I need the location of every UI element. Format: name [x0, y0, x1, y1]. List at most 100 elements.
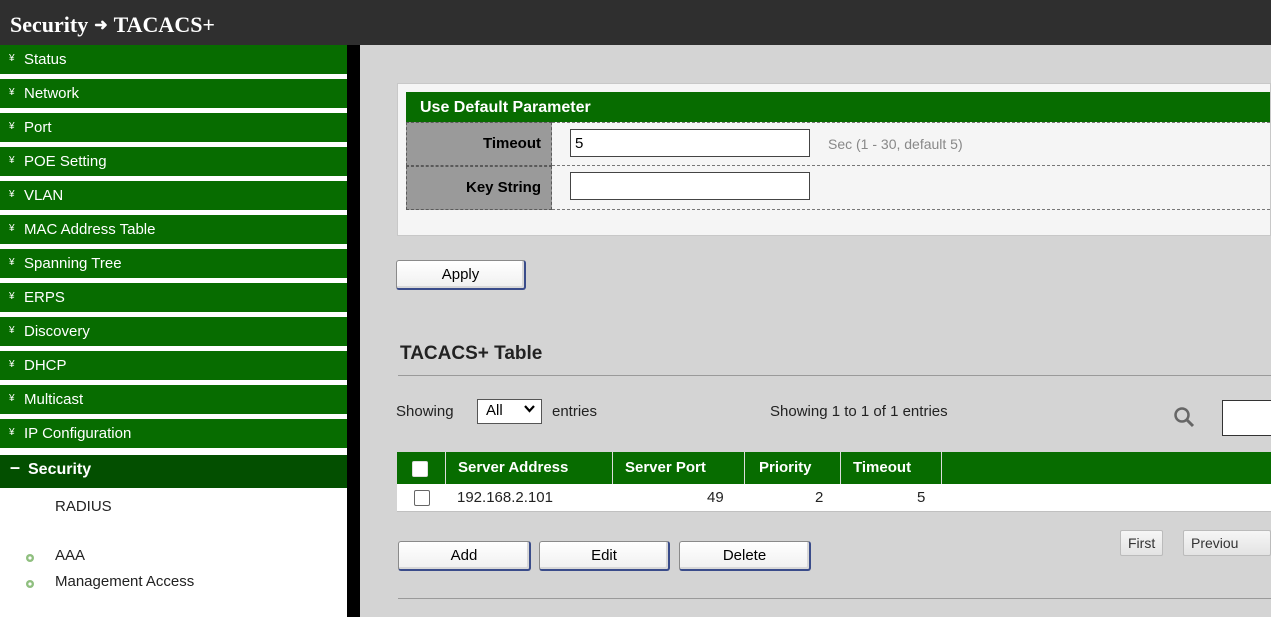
sidebar-item-erps[interactable]: ¥ ERPS: [0, 283, 347, 314]
sidebar-item-discovery[interactable]: ¥ Discovery: [0, 317, 347, 348]
timeout-row: Timeout Sec (1 - 30, default 5): [406, 122, 1270, 166]
sidebar-item-label: IP Configuration: [24, 425, 132, 442]
header-select-all-cell: [397, 452, 446, 484]
column-header-timeout[interactable]: Timeout: [841, 452, 942, 484]
sidebar-item-label: Port: [24, 119, 52, 136]
sidebar-subitem-management-access[interactable]: Management Access: [0, 569, 347, 597]
collapsed-chevron-icon: ¥: [9, 325, 15, 336]
panel-title-text: Use Default Parameter: [420, 99, 591, 116]
column-header-label: Server Port: [625, 459, 706, 476]
sidebar-item-network[interactable]: ¥ Network: [0, 79, 347, 110]
gear-icon: [26, 554, 34, 562]
delete-button[interactable]: Delete: [679, 541, 811, 571]
sidebar-subitem-tacacs[interactable]: TACACS+: [0, 522, 347, 544]
sidebar-item-mac-address-table[interactable]: ¥ MAC Address Table: [0, 215, 347, 246]
timeout-value-cell: Sec (1 - 30, default 5): [552, 122, 1270, 166]
sidebar-item-label: Spanning Tree: [24, 255, 122, 272]
panel-title: Use Default Parameter: [406, 92, 1270, 122]
server-port-cell: 49: [707, 489, 724, 506]
timeout-hint: Sec (1 - 30, default 5): [828, 136, 963, 152]
entries-select-value: All: [486, 402, 503, 419]
pagination-first-button[interactable]: First: [1120, 530, 1164, 556]
sidebar-subitem-label: Management Access: [55, 573, 195, 590]
server-address-cell: 192.168.2.101: [457, 489, 553, 506]
column-header-server-port[interactable]: Server Port: [613, 452, 745, 484]
collapsed-chevron-icon: ¥: [9, 359, 15, 370]
sidebar-item-label: Discovery: [24, 323, 90, 340]
default-parameter-panel: Use Default Parameter Timeout Sec (1 - 3…: [397, 83, 1271, 236]
sidebar-divider[interactable]: [347, 45, 360, 617]
search-input[interactable]: [1222, 400, 1271, 436]
edit-button[interactable]: Edit: [539, 541, 670, 571]
column-header-label: Priority: [759, 459, 812, 476]
select-all-checkbox[interactable]: [412, 461, 428, 477]
sidebar-item-port[interactable]: ¥ Port: [0, 113, 347, 144]
collapsed-chevron-icon: ¥: [9, 291, 15, 302]
collapsed-chevron-icon: ¥: [9, 189, 15, 200]
sidebar-item-dhcp[interactable]: ¥ DHCP: [0, 351, 347, 382]
column-header-server-address[interactable]: Server Address: [446, 452, 613, 484]
sidebar-item-label: DHCP: [24, 357, 67, 374]
bottom-divider: [398, 598, 1271, 599]
page-header: Security ➜ TACACS+: [0, 0, 1271, 45]
key-string-label: Key String: [406, 166, 552, 210]
add-button[interactable]: Add: [398, 541, 531, 571]
collapsed-chevron-icon: ¥: [9, 121, 15, 132]
showing-label: Showing: [396, 403, 454, 420]
column-header-label: Timeout: [853, 459, 912, 476]
collapsed-chevron-icon: ¥: [9, 53, 15, 64]
collapsed-chevron-icon: ¥: [9, 393, 15, 404]
breadcrumb-section: Security: [10, 12, 89, 37]
row-checkbox[interactable]: [414, 490, 430, 506]
sidebar-item-security[interactable]: – Security: [0, 455, 347, 490]
sidebar-item-ip-configuration[interactable]: ¥ IP Configuration: [0, 419, 347, 450]
sidebar-item-spanning-tree[interactable]: ¥ Spanning Tree: [0, 249, 347, 280]
timeout-cell: 5: [917, 489, 926, 506]
table-heading: TACACS+ Table: [400, 343, 543, 364]
sidebar-item-label: VLAN: [24, 187, 64, 204]
table-row[interactable]: 192.168.2.101 49 2 5: [397, 484, 1271, 512]
breadcrumb: Security ➜ TACACS+: [10, 12, 215, 38]
sidebar-item-poe-setting[interactable]: ¥ POE Setting: [0, 147, 347, 178]
collapsed-chevron-icon: ¥: [9, 257, 15, 268]
sidebar-item-status[interactable]: ¥ Status: [0, 45, 347, 76]
search-icon[interactable]: [1172, 405, 1196, 429]
breadcrumb-page: TACACS+: [113, 12, 215, 37]
priority-cell: 2: [815, 489, 824, 506]
gear-icon: [26, 580, 34, 588]
sidebar-subitem-aaa[interactable]: AAA: [0, 543, 347, 569]
sidebar-item-label: Multicast: [24, 391, 84, 408]
apply-button[interactable]: Apply: [396, 260, 526, 290]
heading-divider: [398, 375, 1271, 376]
sidebar-subitem-label: TACACS+: [55, 524, 126, 541]
key-string-label-text: Key String: [465, 179, 541, 196]
chevron-down-icon: [524, 402, 535, 417]
sidebar-item-vlan[interactable]: ¥ VLAN: [0, 181, 347, 212]
timeout-label: Timeout: [406, 122, 552, 166]
key-string-row: Key String: [406, 166, 1270, 210]
sidebar-item-label: Network: [24, 85, 80, 102]
sidebar-subitem-label: RADIUS: [55, 498, 112, 515]
breadcrumb-arrow-icon: ➜: [94, 17, 108, 34]
collapsed-chevron-icon: ¥: [9, 87, 15, 98]
sidebar-subitem-radius[interactable]: RADIUS: [0, 492, 347, 522]
sidebar-item-label: Security: [28, 461, 92, 478]
timeout-input[interactable]: [570, 129, 810, 157]
column-header-priority[interactable]: Priority: [745, 452, 841, 484]
key-string-input[interactable]: [570, 172, 810, 200]
collapsed-chevron-icon: ¥: [9, 155, 15, 166]
collapsed-chevron-icon: ¥: [9, 223, 15, 234]
sidebar-subitem-label: AAA: [55, 547, 86, 564]
sidebar-item-label: MAC Address Table: [24, 221, 156, 238]
sidebar: ¥ Status ¥ Network ¥ Port ¥ POE Setting …: [0, 45, 347, 617]
collapsed-chevron-icon: ¥: [9, 427, 15, 438]
main-content: Use Default Parameter Timeout Sec (1 - 3…: [360, 45, 1271, 617]
entries-label: entries: [552, 403, 598, 420]
column-header-label: Server Address: [458, 459, 569, 476]
sidebar-item-multicast[interactable]: ¥ Multicast: [0, 385, 347, 416]
pagination-previous-button[interactable]: Previou: [1183, 530, 1271, 556]
table-header: Server Address Server Port Priority Time…: [397, 452, 1271, 484]
timeout-label-text: Timeout: [482, 135, 541, 152]
entries-select[interactable]: All: [477, 399, 542, 424]
sidebar-item-label: POE Setting: [24, 153, 107, 170]
